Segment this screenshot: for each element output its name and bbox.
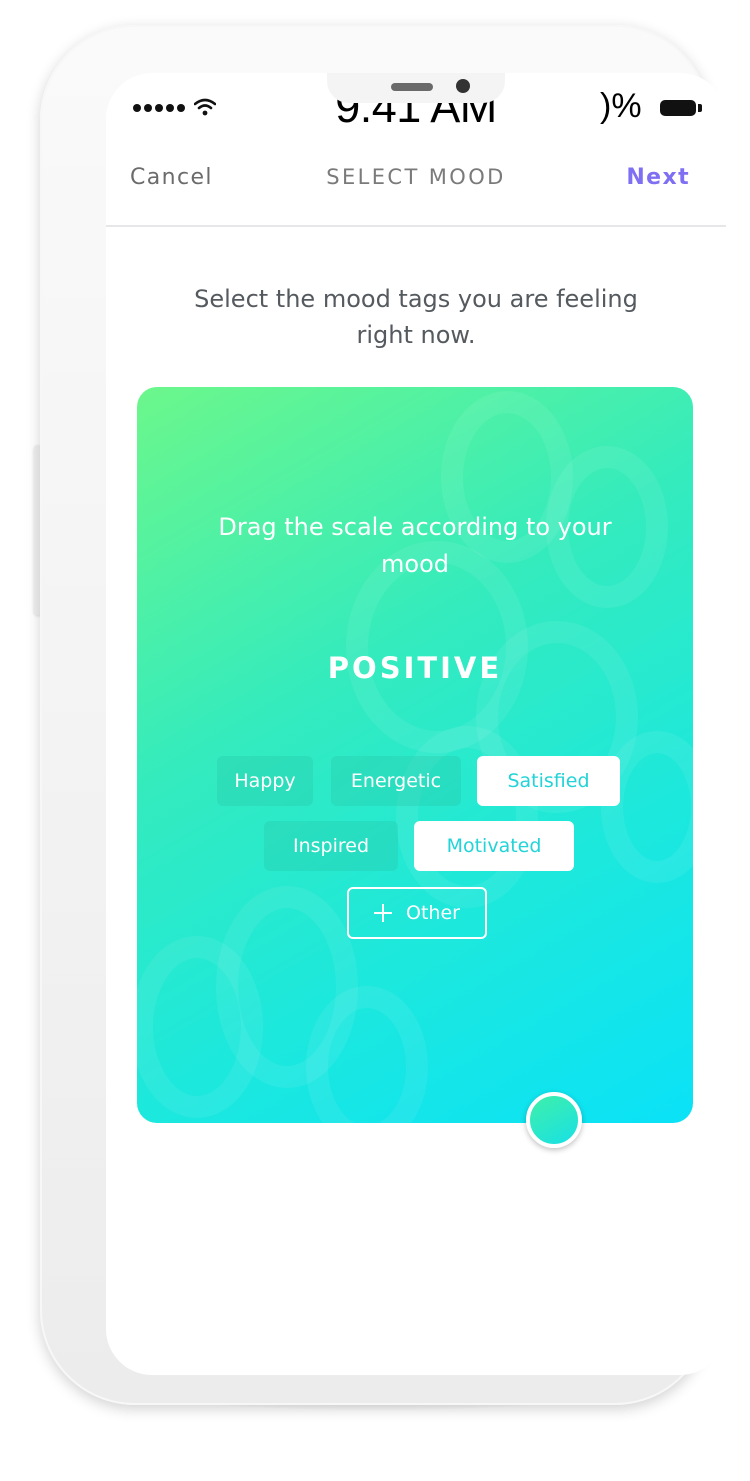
front-camera <box>456 79 470 93</box>
other-label: Other <box>406 902 460 924</box>
instruction-text: Select the mood tags you are feeling rig… <box>194 285 638 349</box>
battery-tip <box>698 104 702 112</box>
mood-tag-satisfied[interactable]: Satisfied <box>477 756 620 806</box>
drag-hint-text: Drag the scale according to your mood <box>218 513 612 578</box>
mood-label: POSITIVE <box>327 651 503 685</box>
speaker-grille <box>391 83 433 91</box>
phone-frame: 9:41 AM )% Cancel SELECT MOOD Next Selec… <box>40 25 726 1405</box>
add-other-tag-button[interactable]: Other <box>347 887 487 939</box>
mood-tag-energetic[interactable]: Energetic <box>331 756 461 806</box>
mood-tag-motivated[interactable]: Motivated <box>414 821 574 871</box>
next-button[interactable]: Next <box>626 165 690 190</box>
phone-screen: 9:41 AM )% Cancel SELECT MOOD Next Selec… <box>106 73 726 1375</box>
mood-scale-handle[interactable] <box>526 1092 582 1148</box>
mood-card[interactable]: Drag the scale according to your mood PO… <box>137 387 693 1123</box>
plus-icon <box>374 904 393 922</box>
battery-icon <box>660 100 696 116</box>
mood-tag-inspired[interactable]: Inspired <box>264 821 398 871</box>
mood-tag-happy[interactable]: Happy <box>217 756 313 806</box>
navigation-bar: Cancel SELECT MOOD Next <box>106 153 726 227</box>
decorative-pattern <box>137 391 693 1123</box>
battery-percentage: )% <box>600 87 642 125</box>
notch <box>327 73 505 103</box>
